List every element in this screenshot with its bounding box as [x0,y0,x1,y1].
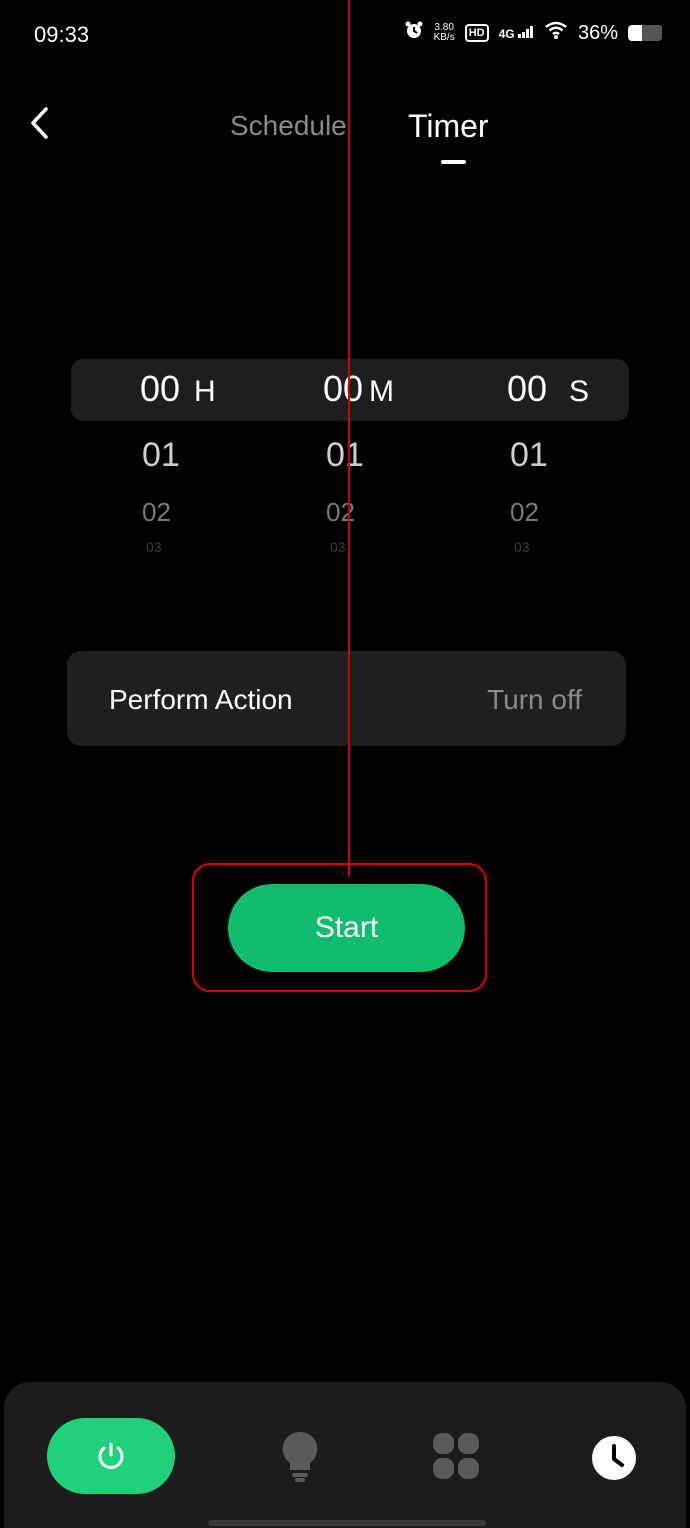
seconds-selected: 00 [507,368,548,409]
status-icons: 3.80 KB/s HD 4G 36% [404,20,662,46]
nav-power[interactable] [47,1418,175,1494]
perform-action-value: Turn off [487,684,582,715]
minutes-option[interactable]: 02 [326,497,355,528]
nav-light[interactable] [272,1426,328,1486]
hours-wheel[interactable]: 00 H [140,368,300,412]
power-icon [98,1442,124,1469]
wifi-icon [544,21,568,45]
scenes-icon [433,1433,479,1479]
hours-option[interactable]: 01 [142,436,180,475]
seconds-option[interactable]: 02 [510,497,539,528]
seconds-unit: S [569,375,590,408]
home-indicator [208,1520,486,1526]
hours-unit: H [194,375,216,408]
battery-icon [628,25,662,41]
bottom-nav [4,1382,686,1528]
back-button[interactable] [28,105,50,146]
nav-scenes[interactable] [428,1428,484,1484]
minutes-option[interactable]: 03 [330,539,346,555]
minutes-selected: 00 [323,368,364,409]
seconds-option[interactable]: 03 [514,539,530,555]
active-tab-indicator [441,160,466,164]
minutes-unit: M [369,375,395,408]
hours-option[interactable]: 02 [142,497,171,528]
tab-timer[interactable]: Timer [408,108,489,145]
status-time: 09:33 [34,22,90,47]
tab-schedule[interactable]: Schedule [230,110,347,142]
minutes-wheel[interactable]: 00 M [323,368,483,412]
chevron-left-icon [31,107,48,139]
start-button[interactable]: Start [228,884,465,972]
clock-icon [592,1436,636,1480]
perform-action-label: Perform Action [109,684,293,715]
battery-percent: 36% [577,21,618,44]
lightbulb-icon [282,1431,318,1482]
alarm-icon [404,20,424,46]
annotation-line [348,0,350,876]
perform-action-row[interactable]: Perform Action Turn off [67,651,626,746]
minutes-option[interactable]: 01 [326,436,364,475]
hours-selected: 00 [140,368,181,409]
seconds-option[interactable]: 01 [510,436,548,475]
nav-timer[interactable] [586,1430,642,1486]
net-speed: 3.80 KB/s [433,22,455,43]
seconds-wheel[interactable]: 00 S [507,368,667,412]
hd-badge: HD [464,24,489,42]
signal-4g: 4G [499,25,534,41]
hours-option[interactable]: 03 [146,539,162,555]
